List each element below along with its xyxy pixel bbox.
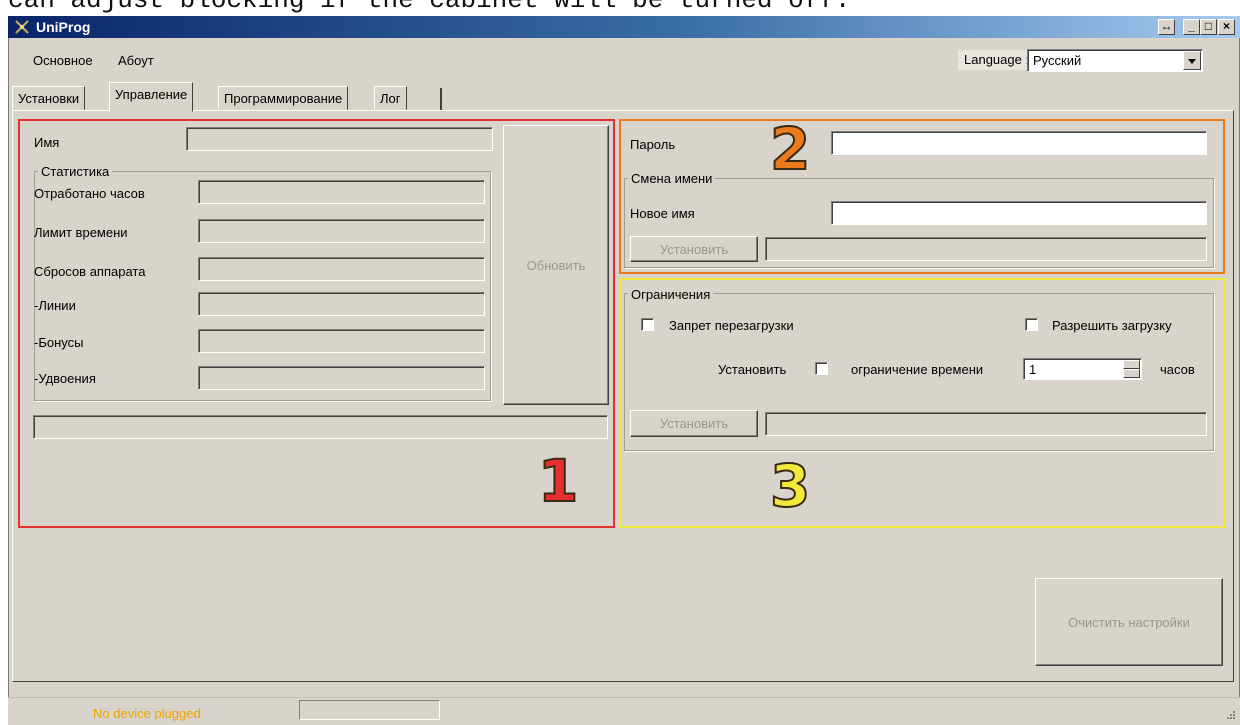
window-title: UniProg [36,19,91,35]
maximize-icon: □ [1204,19,1213,33]
area-number-2: 2 [769,115,811,183]
minimize-button[interactable]: _ [1183,19,1200,35]
menu-about[interactable]: Абоут [118,53,154,69]
status-progress-field [299,700,440,720]
maximize-button[interactable]: □ [1200,19,1217,35]
tab-control[interactable]: Управление [109,82,194,112]
language-label: Language : [958,50,1036,70]
caption-strip: can adjust blocking if the cabinet will … [0,0,1240,16]
tab-settings[interactable]: Установки [12,86,86,110]
resize-icon: ↔ [1160,19,1173,33]
resize-button[interactable]: ↔ [1158,19,1175,35]
size-grip-icon[interactable] [1222,708,1236,722]
area-number-1: 1 [537,447,579,515]
device-status: No device plugged [93,706,201,721]
highlight-area-2 [619,119,1225,274]
close-button[interactable]: × [1218,19,1235,35]
caption-text: can adjust blocking if the cabinet will … [8,0,851,15]
menu-main[interactable]: Основное [33,53,93,69]
area-number-3: 3 [769,452,811,520]
minimize-icon: _ [1188,19,1195,33]
highlight-area-1 [18,119,615,528]
dropdown-arrow-icon[interactable] [1183,51,1201,70]
app-icon [14,19,30,35]
clear-settings-button[interactable]: Очистить настройки [1035,578,1223,666]
title-bar [8,16,1240,38]
close-icon: × [1222,19,1230,33]
language-value: Русский [1033,53,1082,68]
language-select[interactable]: Русский [1027,49,1203,72]
tab-programming[interactable]: Программирование [218,86,349,110]
tab-log[interactable]: Лог [374,86,407,110]
tab-strip-end [440,88,442,110]
highlight-area-3 [619,278,1225,528]
